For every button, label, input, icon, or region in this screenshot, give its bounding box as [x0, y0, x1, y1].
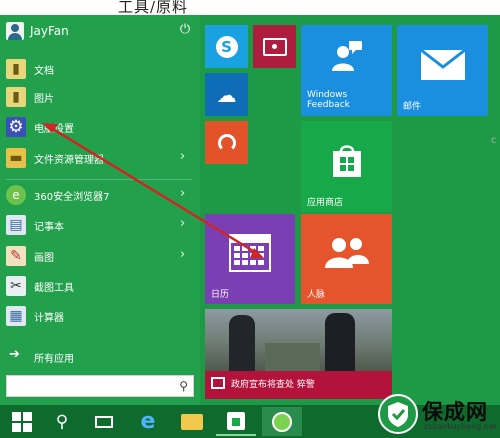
browser-360-icon: [272, 411, 292, 432]
all-apps-button[interactable]: ➔ 所有应用: [0, 345, 200, 367]
video-tile[interactable]: [253, 25, 296, 68]
mail-tile[interactable]: 邮件: [397, 25, 488, 116]
video-icon: [253, 25, 296, 68]
people-icon: [301, 214, 392, 292]
news-tile[interactable]: 政府宣布将查处 猝警: [205, 309, 392, 399]
user-account-row[interactable]: JayFan ⏻: [0, 15, 200, 49]
user-name: JayFan: [30, 24, 69, 38]
list-item-calculator[interactable]: ▦ 计算器: [0, 302, 200, 330]
folder-pictures-icon: ▮: [6, 87, 26, 107]
cloud-icon: ☁: [216, 82, 237, 107]
calendar-tile[interactable]: 日历: [205, 214, 295, 304]
store-tile[interactable]: 应用商店: [301, 121, 392, 212]
file-explorer-button[interactable]: [172, 407, 212, 436]
list-item-label: 360安全浏览器7: [34, 192, 110, 203]
list-item-documents[interactable]: ▮ 文档: [0, 55, 200, 83]
all-apps-label: 所有应用: [34, 354, 74, 365]
chevron-right-icon[interactable]: ›: [180, 247, 185, 262]
headphones-icon: [205, 121, 248, 164]
people-tile[interactable]: 人脉: [301, 214, 392, 304]
chevron-right-icon[interactable]: ›: [180, 216, 185, 231]
tile-label: Windows Feedback: [307, 90, 350, 110]
list-item-notepad[interactable]: ▤ 记事本 ›: [0, 211, 200, 239]
windows-logo-icon: [12, 411, 32, 432]
windows-feedback-tile[interactable]: Windows Feedback: [301, 25, 392, 116]
file-explorer-icon: ▬: [6, 148, 26, 168]
stray-character: c: [491, 135, 497, 146]
news-photo: [205, 309, 392, 371]
skype-tile[interactable]: S: [205, 25, 248, 68]
list-item-label: 文件资源管理器: [34, 155, 104, 166]
chevron-right-icon[interactable]: ›: [180, 149, 185, 164]
tile-label: 应用商店: [307, 198, 344, 208]
list-item-label: 计算器: [34, 313, 64, 324]
store-bag-icon: [301, 121, 392, 200]
store-taskbar-button[interactable]: [216, 407, 256, 436]
news-headline: 政府宣布将查处 猝警: [231, 380, 315, 390]
watermark-url: zsbaokucheng.net: [424, 422, 497, 431]
music-tile[interactable]: [205, 121, 248, 164]
taskbar-search-button[interactable]: ⚲: [42, 407, 82, 436]
snipping-tool-icon: ✂: [6, 276, 26, 296]
task-view-icon: [95, 415, 113, 428]
list-item-360-browser[interactable]: e 360安全浏览器7 ›: [0, 181, 200, 209]
power-icon[interactable]: ⏻: [178, 23, 192, 37]
tile-label: 人脉: [307, 290, 326, 300]
360-browser-taskbar-button[interactable]: [262, 407, 302, 436]
task-view-button[interactable]: [84, 407, 124, 436]
calendar-icon: [205, 214, 295, 292]
news-icon: [211, 377, 225, 389]
divider: [6, 179, 192, 180]
list-item-pc-settings[interactable]: ⚙ 电脑设置: [0, 113, 200, 141]
internet-explorer-button[interactable]: e: [128, 407, 168, 436]
notepad-icon: ▤: [6, 215, 26, 235]
start-menu: JayFan ⏻ ▮ 文档 ▮ 图片 ⚙ 电脑设置 ▬ 文件资源管理器 › e …: [0, 15, 500, 405]
chevron-right-icon[interactable]: ›: [180, 186, 185, 201]
skype-icon: S: [205, 25, 248, 68]
list-item-paint[interactable]: ✎ 画图 ›: [0, 242, 200, 270]
watermark-logo-icon: [378, 394, 418, 434]
browser-360-icon: e: [6, 185, 26, 205]
list-item-file-explorer[interactable]: ▬ 文件资源管理器 ›: [0, 144, 200, 172]
watermark: 保成网 zsbaokucheng.net: [376, 392, 500, 438]
list-item-label: 图片: [34, 94, 54, 105]
calculator-icon: ▦: [6, 306, 26, 326]
store-bag-icon: [227, 411, 245, 430]
list-item-label: 截图工具: [34, 283, 74, 294]
list-item-label: 文档: [34, 66, 54, 77]
list-item-label: 电脑设置: [34, 124, 74, 135]
start-left-pane: JayFan ⏻ ▮ 文档 ▮ 图片 ⚙ 电脑设置 ▬ 文件资源管理器 › e …: [0, 15, 200, 405]
internet-explorer-icon: e: [140, 409, 156, 434]
onedrive-tile[interactable]: ☁: [205, 73, 248, 116]
gear-icon: ⚙: [6, 117, 26, 137]
search-icon[interactable]: ⚲: [179, 379, 188, 393]
arrow-right-icon: ➔: [9, 347, 20, 362]
start-button[interactable]: [2, 407, 42, 436]
feedback-person-icon: [301, 25, 392, 86]
search-box[interactable]: ⚲: [6, 375, 194, 397]
list-item-snipping-tool[interactable]: ✂ 截图工具: [0, 272, 200, 300]
envelope-icon: [397, 25, 488, 104]
list-item-label: 画图: [34, 253, 54, 264]
list-item-pictures[interactable]: ▮ 图片: [0, 83, 200, 111]
tile-label: 邮件: [403, 102, 422, 112]
folder-doc-icon: ▮: [6, 59, 26, 79]
tile-label: 日历: [211, 290, 230, 300]
paint-icon: ✎: [6, 246, 26, 266]
folder-icon: [181, 413, 203, 430]
list-item-label: 记事本: [34, 222, 64, 233]
search-icon: ⚲: [55, 411, 69, 432]
user-avatar-icon: [6, 22, 24, 40]
